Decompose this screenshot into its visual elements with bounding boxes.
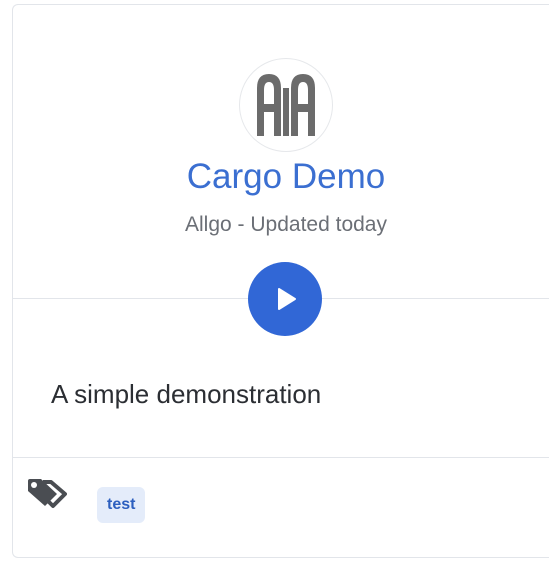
tag-test[interactable]: test [97, 487, 146, 523]
updated-text: Updated today [250, 213, 387, 236]
author-name[interactable]: Allgo [185, 213, 232, 236]
app-title[interactable]: Cargo Demo [0, 156, 549, 198]
app-logo [239, 58, 333, 152]
play-icon [278, 288, 296, 310]
app-description: A simple demonstration [51, 379, 322, 409]
allgo-logo-icon [257, 74, 315, 136]
run-button[interactable] [248, 262, 322, 336]
footer-divider [12, 457, 549, 458]
tags-icon [27, 478, 67, 510]
app-meta: Allgo - Updated today [0, 211, 549, 239]
meta-separator: - [231, 213, 251, 236]
